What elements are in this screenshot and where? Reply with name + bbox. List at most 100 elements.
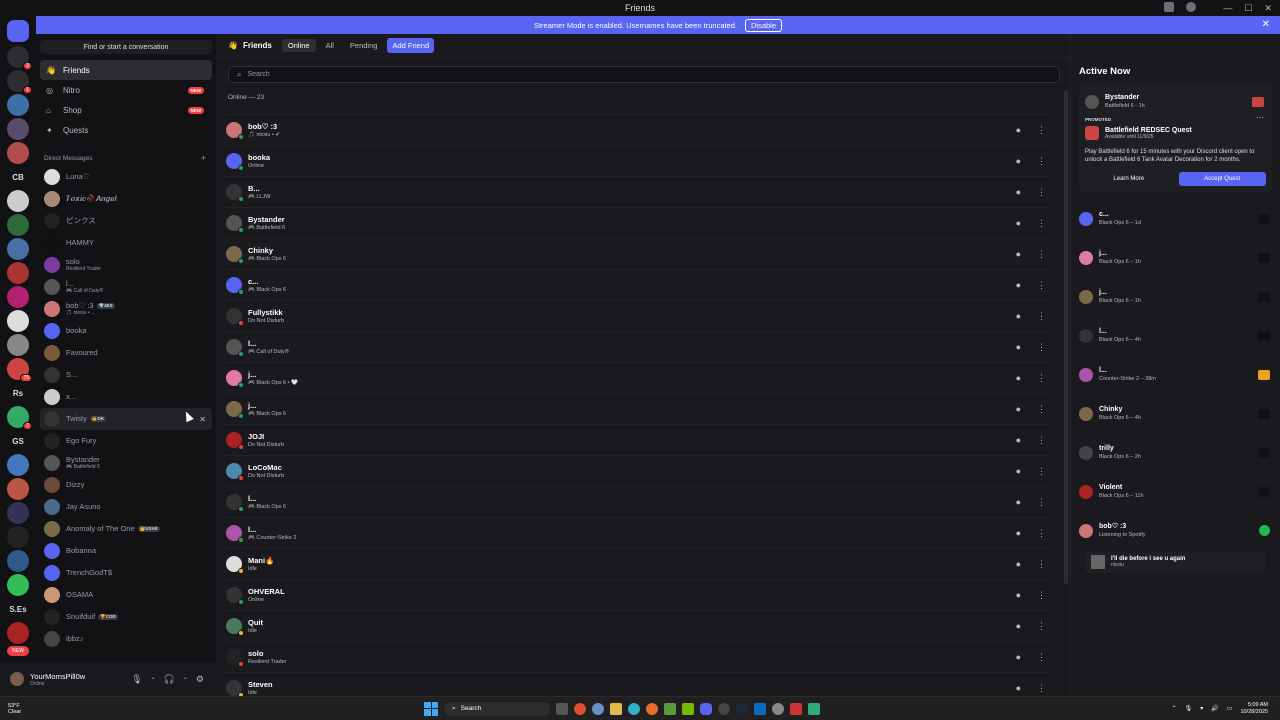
dm-item[interactable]: bob♡ :3 💎4ES 🎵 nixxiu • ... xyxy=(40,298,212,320)
dm-item[interactable]: ibbz♪ xyxy=(40,628,212,650)
friend-row[interactable]: booka Online ● ⋮ xyxy=(226,145,1050,176)
user-name[interactable]: YourMomsPill0w xyxy=(30,672,85,681)
more-options-icon[interactable]: ⋮ xyxy=(1037,590,1046,601)
message-icon[interactable]: ● xyxy=(1016,528,1021,539)
more-options-icon[interactable]: ⋮ xyxy=(1037,373,1046,384)
active-now-item[interactable]: j... Black Ops 6 – 1h xyxy=(1079,282,1272,311)
dm-item[interactable]: 𝑻𝒐𝒙𝒊𝒄🥀𝑨𝒏𝒈𝒆𝒍 xyxy=(40,188,212,210)
friend-list-scrollbar[interactable] xyxy=(1064,90,1068,584)
friend-row[interactable]: l... 🎮 Counter-Strike 2 ● ⋮ xyxy=(226,517,1050,548)
active-now-item[interactable]: Chinky Black Ops 6 – 4h xyxy=(1079,399,1272,428)
more-options-icon[interactable]: ⋮ xyxy=(1037,249,1046,260)
clock[interactable]: 5:09 AM 10/28/2025 xyxy=(1240,702,1268,716)
sidebar-item-quests[interactable]: ✦ Quests xyxy=(40,120,212,140)
more-options-icon[interactable]: ⋮ xyxy=(1037,311,1046,322)
active-now-item[interactable]: c... Black Ops 6 – 1d xyxy=(1079,204,1272,233)
server-icon[interactable] xyxy=(7,310,29,332)
sidebar-item-shop[interactable]: ⌂ Shop NEW xyxy=(40,100,212,120)
server-icon[interactable]: NEW xyxy=(7,646,29,656)
friend-row[interactable]: j... 🎮 Black Ops 6 ● ⋮ xyxy=(226,393,1050,424)
mic-tray-icon[interactable]: 🎙 xyxy=(1185,705,1193,712)
more-options-icon[interactable]: ⋮ xyxy=(1037,528,1046,539)
tab-pending[interactable]: Pending xyxy=(344,39,384,52)
app-icon[interactable] xyxy=(808,702,820,715)
server-icon[interactable] xyxy=(7,622,29,644)
more-options-icon[interactable]: ⋮ xyxy=(1037,125,1046,136)
server-icon[interactable] xyxy=(7,262,29,284)
tab-all[interactable]: All xyxy=(320,39,340,52)
user-avatar[interactable] xyxy=(10,672,24,686)
learn-more-button[interactable]: Learn More xyxy=(1085,172,1173,186)
server-icon[interactable]: Rs xyxy=(7,382,29,404)
active-now-item[interactable]: trilly Black Ops 6 – 2h xyxy=(1079,438,1272,467)
close-window-button[interactable]: ✕ xyxy=(1264,3,1272,14)
message-icon[interactable]: ● xyxy=(1016,466,1021,477)
steam-icon[interactable] xyxy=(736,702,748,715)
settings-icon[interactable] xyxy=(592,702,604,715)
weather-widget[interactable]: 53°F Clear xyxy=(8,703,21,715)
more-options-icon[interactable]: ⋮ xyxy=(1037,156,1046,167)
chevron-down-icon[interactable]: ⌄ xyxy=(183,674,188,685)
more-options-icon[interactable]: ⋮ xyxy=(1037,187,1046,198)
message-icon[interactable]: ● xyxy=(1016,187,1021,198)
discord-taskbar-icon[interactable] xyxy=(700,702,712,715)
active-now-item[interactable]: Violent Black Ops 6 – 11h xyxy=(1079,477,1272,506)
server-icon[interactable] xyxy=(7,286,29,308)
server-icon[interactable] xyxy=(7,502,29,524)
chrome-icon[interactable] xyxy=(574,702,586,715)
friend-row[interactable]: Mani🔥 Idle ● ⋮ xyxy=(226,548,1050,579)
friend-row[interactable]: Chinky 🎮 Black Ops 6 ● ⋮ xyxy=(226,238,1050,269)
friend-row[interactable]: bob♡ :3 🎵 nixxiu • ✔ ● ⋮ xyxy=(226,114,1050,145)
friends-search-input[interactable]: ⌕ Search xyxy=(228,66,1060,83)
message-icon[interactable]: ● xyxy=(1016,249,1021,260)
message-icon[interactable]: ● xyxy=(1016,156,1021,167)
friend-row[interactable]: B... 🎮 LLJW ● ⋮ xyxy=(226,176,1050,207)
server-icon[interactable] xyxy=(7,334,29,356)
discord-home-icon[interactable] xyxy=(7,20,29,42)
message-icon[interactable]: ● xyxy=(1016,683,1021,694)
tab-online[interactable]: Online xyxy=(281,39,316,52)
minimize-button[interactable]: — xyxy=(1223,3,1232,13)
dm-item[interactable]: booka xyxy=(40,320,212,342)
message-icon[interactable]: ● xyxy=(1016,559,1021,570)
friend-row[interactable]: Bystander 🎮 Battlefield 6 ● ⋮ xyxy=(226,207,1050,238)
message-icon[interactable]: ● xyxy=(1016,218,1021,229)
friend-row[interactable]: l... 🎮 Call of Duty® ● ⋮ xyxy=(226,331,1050,362)
server-icon[interactable]: 7 xyxy=(7,406,32,430)
more-options-icon[interactable]: ⋮ xyxy=(1037,435,1046,446)
dm-item[interactable]: Dizzy xyxy=(40,474,212,496)
message-icon[interactable]: ● xyxy=(1016,125,1021,136)
dm-item[interactable]: Ego Fury xyxy=(40,430,212,452)
server-icon[interactable]: S.Es xyxy=(7,598,29,620)
dm-item[interactable]: ピンクス xyxy=(40,210,212,232)
friend-row[interactable]: LoCoMac Do Not Disturb ● ⋮ xyxy=(226,455,1050,486)
dm-item[interactable]: Favoured xyxy=(40,342,212,364)
more-options-icon[interactable]: ⋮ xyxy=(1037,218,1046,229)
friend-row[interactable]: j... 🎮 Black Ops 6 • 🤍 ● ⋮ xyxy=(226,362,1050,393)
task-view-icon[interactable] xyxy=(556,702,568,715)
nvidia-icon[interactable] xyxy=(682,702,694,715)
server-icon[interactable]: 75 xyxy=(7,358,32,382)
more-options-icon[interactable]: ⋮ xyxy=(1037,466,1046,477)
dm-item[interactable]: Bystander 🎮 Battlefield 6 xyxy=(40,452,212,474)
more-options-icon[interactable]: ⋮ xyxy=(1037,652,1046,663)
more-options-icon[interactable]: ⋮ xyxy=(1037,559,1046,570)
settings-gear-icon[interactable]: ⚙ xyxy=(196,674,204,685)
find-conversation-button[interactable]: Find or start a conversation xyxy=(40,40,212,54)
app-icon[interactable] xyxy=(754,702,766,715)
wifi-icon[interactable]: ▾ xyxy=(1200,705,1203,712)
microphone-icon[interactable]: 🎙 xyxy=(131,674,142,685)
minecraft-icon[interactable] xyxy=(664,702,676,715)
inbox-icon[interactable] xyxy=(1164,2,1174,12)
friend-row[interactable]: Fullystikk Do Not Disturb ● ⋮ xyxy=(226,300,1050,331)
message-icon[interactable]: ● xyxy=(1016,621,1021,632)
windows-start-icon[interactable] xyxy=(424,701,438,716)
more-options-icon[interactable]: ⋮ xyxy=(1037,683,1046,694)
server-icon[interactable] xyxy=(7,238,29,260)
server-icon[interactable]: GS xyxy=(7,430,29,452)
disable-streamer-button[interactable]: Disable xyxy=(745,18,783,32)
chevron-up-icon[interactable]: ⌃ xyxy=(1172,705,1177,712)
obs-icon[interactable] xyxy=(718,702,730,715)
sidebar-item-nitro[interactable]: ◎ Nitro NEW xyxy=(40,80,212,100)
dm-item[interactable]: Bobanna xyxy=(40,540,212,562)
